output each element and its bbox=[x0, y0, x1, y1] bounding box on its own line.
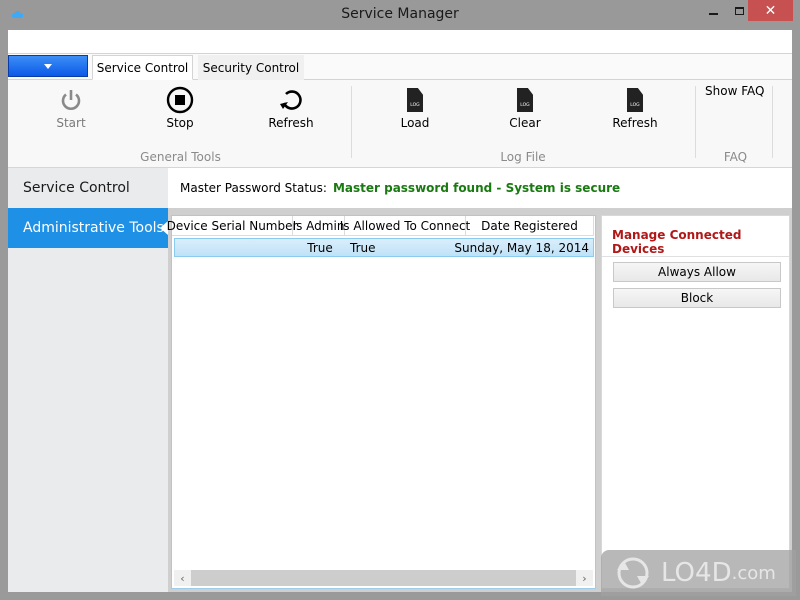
app-menu-button[interactable] bbox=[8, 55, 88, 77]
table-row[interactable]: True True Sunday, May 18, 2014 bbox=[174, 238, 594, 257]
sidebar: Service Control Administrative Tools bbox=[8, 168, 168, 592]
stop-circle-icon bbox=[166, 86, 194, 114]
clear-log-label: Clear bbox=[509, 116, 541, 130]
devices-grid[interactable]: Device Serial Number Is Admin Is Allowed… bbox=[167, 215, 596, 589]
client-area: Service Control Security Control Start S… bbox=[8, 30, 792, 592]
horizontal-scrollbar[interactable]: ‹ › bbox=[174, 570, 593, 586]
stop-button[interactable]: Stop bbox=[145, 86, 215, 130]
ribbon-tab-row: Service Control Security Control bbox=[8, 54, 792, 80]
lo4d-logo-icon bbox=[617, 557, 649, 589]
maximize-icon bbox=[734, 6, 744, 15]
log-file-icon: LOG bbox=[407, 88, 423, 112]
refresh-log-button[interactable]: LOG Refresh bbox=[600, 86, 670, 130]
scroll-left-button[interactable]: ‹ bbox=[174, 570, 191, 586]
log-file-icon: LOG bbox=[517, 88, 533, 112]
column-header-date-registered[interactable]: Date Registered bbox=[466, 216, 594, 236]
column-header-is-allowed[interactable]: Is Allowed To Connect bbox=[340, 216, 470, 236]
refresh-icon bbox=[280, 90, 302, 110]
scroll-right-button[interactable]: › bbox=[576, 570, 593, 586]
faq-group-label: FAQ bbox=[723, 150, 748, 164]
group-separator bbox=[772, 86, 773, 158]
cell-date-registered: Sunday, May 18, 2014 bbox=[454, 240, 589, 255]
load-log-label: Load bbox=[400, 116, 430, 130]
cell-is-admin: True bbox=[307, 240, 333, 255]
power-icon bbox=[61, 90, 81, 110]
general-tools-group-label: General Tools bbox=[140, 150, 221, 164]
refresh-service-label: Refresh bbox=[268, 116, 314, 130]
ribbon: Start Stop Refresh General Tools LOG Loa… bbox=[8, 80, 792, 168]
group-separator bbox=[351, 86, 352, 158]
minimize-button[interactable] bbox=[700, 0, 726, 21]
close-button[interactable]: ✕ bbox=[748, 0, 793, 21]
start-button[interactable]: Start bbox=[36, 86, 106, 130]
title-bar: Service Manager ✕ bbox=[0, 0, 800, 30]
watermark-suffix: .com bbox=[731, 562, 776, 584]
stop-label: Stop bbox=[166, 116, 194, 130]
cell-serial bbox=[175, 239, 294, 256]
close-icon: ✕ bbox=[764, 2, 777, 19]
chevron-left-icon: ‹ bbox=[180, 571, 185, 585]
column-header-serial[interactable]: Device Serial Number bbox=[167, 216, 297, 236]
clear-log-button[interactable]: LOG Clear bbox=[490, 86, 560, 130]
log-file-icon: LOG bbox=[627, 88, 643, 112]
sidebar-item-service-control[interactable]: Service Control bbox=[8, 168, 168, 208]
status-label: Master Password Status: bbox=[180, 181, 327, 195]
watermark-text: LO4D bbox=[661, 558, 732, 588]
divider bbox=[602, 256, 789, 257]
block-button[interactable]: Block bbox=[613, 288, 781, 308]
tab-security-control[interactable]: Security Control bbox=[198, 55, 304, 80]
sidebar-item-label: Service Control bbox=[23, 180, 130, 196]
group-separator bbox=[695, 86, 696, 158]
cell-is-allowed: True bbox=[350, 240, 376, 255]
show-faq-button[interactable]: Show FAQ bbox=[705, 84, 764, 98]
column-header-is-admin[interactable]: Is Admin bbox=[293, 216, 345, 236]
sidebar-item-label: Administrative Tools bbox=[23, 220, 164, 236]
manage-devices-panel: Manage Connected Devices Always Allow Bl… bbox=[601, 215, 790, 589]
refresh-log-label: Refresh bbox=[612, 116, 658, 130]
window-title: Service Manager bbox=[341, 6, 459, 22]
dropdown-triangle-icon bbox=[44, 63, 52, 69]
manage-devices-title: Manage Connected Devices bbox=[612, 228, 742, 256]
master-password-status: Master Password Status: Master password … bbox=[168, 168, 792, 208]
refresh-service-button[interactable]: Refresh bbox=[256, 86, 326, 130]
minimize-icon bbox=[708, 12, 718, 15]
content-area: Master Password Status: Master password … bbox=[167, 168, 792, 592]
chevron-right-icon: › bbox=[582, 571, 587, 585]
scrollbar-thumb[interactable] bbox=[191, 570, 576, 586]
log-file-group-label: Log File bbox=[500, 150, 546, 164]
tab-service-control[interactable]: Service Control bbox=[92, 55, 193, 80]
watermark: LO4D .com bbox=[601, 550, 796, 596]
start-label: Start bbox=[56, 116, 86, 130]
grid-header: Device Serial Number Is Admin Is Allowed… bbox=[167, 216, 594, 236]
status-value: Master password found - System is secure bbox=[332, 181, 621, 195]
always-allow-button[interactable]: Always Allow bbox=[613, 262, 781, 282]
load-log-button[interactable]: LOG Load bbox=[380, 86, 450, 130]
sidebar-item-administrative-tools[interactable]: Administrative Tools bbox=[8, 208, 168, 248]
menu-strip bbox=[8, 30, 792, 54]
